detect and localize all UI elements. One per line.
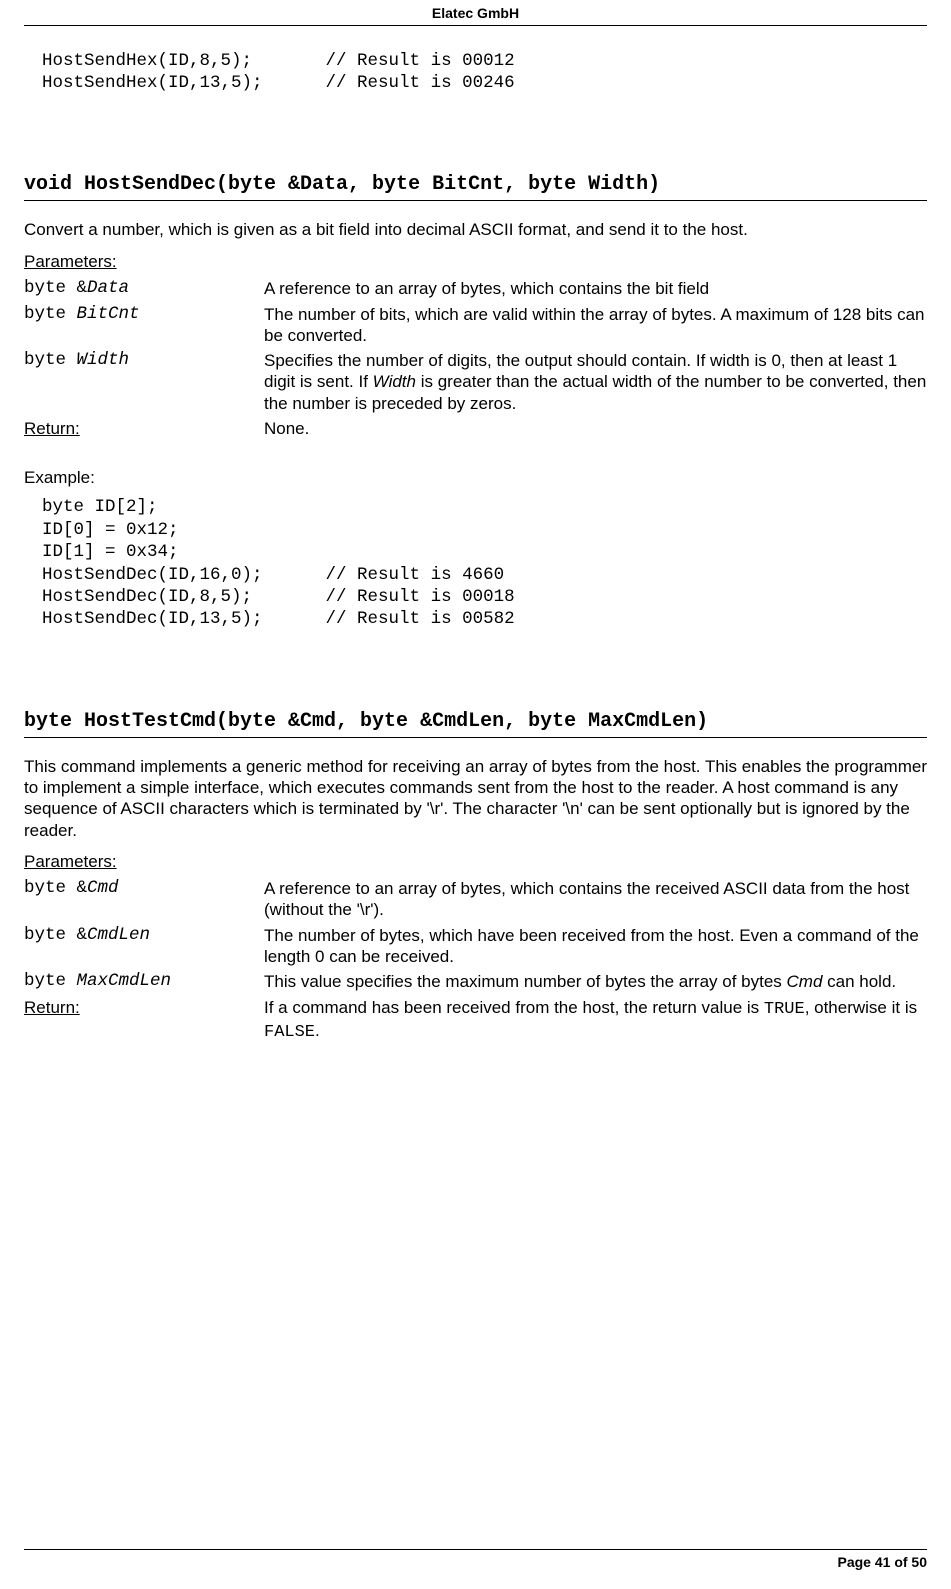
return-value: If a command has been received from the … <box>264 997 927 1044</box>
return-row: Return: If a command has been received f… <box>24 997 927 1044</box>
parameters-heading: Parameters: <box>24 251 927 272</box>
param-desc: The number of bytes, which have been rec… <box>264 925 927 968</box>
param-desc: A reference to an array of bytes, which … <box>264 878 927 921</box>
param-name: byte &Cmd <box>24 878 264 900</box>
param-row: byte MaxCmdLen This value specifies the … <box>24 971 927 993</box>
param-row: byte BitCnt The number of bits, which ar… <box>24 304 927 347</box>
param-name: byte &CmdLen <box>24 925 264 947</box>
return-value: None. <box>264 418 927 439</box>
param-row: byte &Cmd A reference to an array of byt… <box>24 878 927 921</box>
param-row: byte &Data A reference to an array of by… <box>24 278 927 300</box>
section-desc: This command implements a generic method… <box>24 756 927 841</box>
param-row: byte Width Specifies the number of digit… <box>24 350 927 414</box>
page-header: Elatec GmbH <box>24 0 927 26</box>
param-desc: A reference to an array of bytes, which … <box>264 278 927 299</box>
param-name: byte Width <box>24 350 264 372</box>
return-heading: Return: <box>24 997 264 1018</box>
param-row: byte &CmdLen The number of bytes, which … <box>24 925 927 968</box>
company-name: Elatec GmbH <box>432 5 519 21</box>
return-heading: Return: <box>24 418 264 439</box>
intro-code-block: HostSendHex(ID,8,5); // Result is 00012 … <box>42 50 927 95</box>
doc-page: Elatec GmbH HostSendHex(ID,8,5); // Resu… <box>0 0 951 1589</box>
section-title-hostsenddec: void HostSendDec(byte &Data, byte BitCnt… <box>24 172 927 201</box>
param-name: byte BitCnt <box>24 304 264 326</box>
page-number: Page 41 of 50 <box>838 1554 928 1570</box>
section-desc: Convert a number, which is given as a bi… <box>24 219 927 240</box>
return-row: Return: None. <box>24 418 927 439</box>
example-heading: Example: <box>24 467 927 488</box>
param-name: byte &Data <box>24 278 264 300</box>
page-footer: Page 41 of 50 <box>24 1549 927 1572</box>
param-desc: The number of bits, which are valid with… <box>264 304 927 347</box>
param-desc: Specifies the number of digits, the outp… <box>264 350 927 414</box>
section-title-hosttestcmd: byte HostTestCmd(byte &Cmd, byte &CmdLen… <box>24 709 927 738</box>
parameters-heading: Parameters: <box>24 851 927 872</box>
example-code-block: byte ID[2]; ID[0] = 0x12; ID[1] = 0x34; … <box>42 496 927 630</box>
param-name: byte MaxCmdLen <box>24 971 264 993</box>
param-desc: This value specifies the maximum number … <box>264 971 927 992</box>
